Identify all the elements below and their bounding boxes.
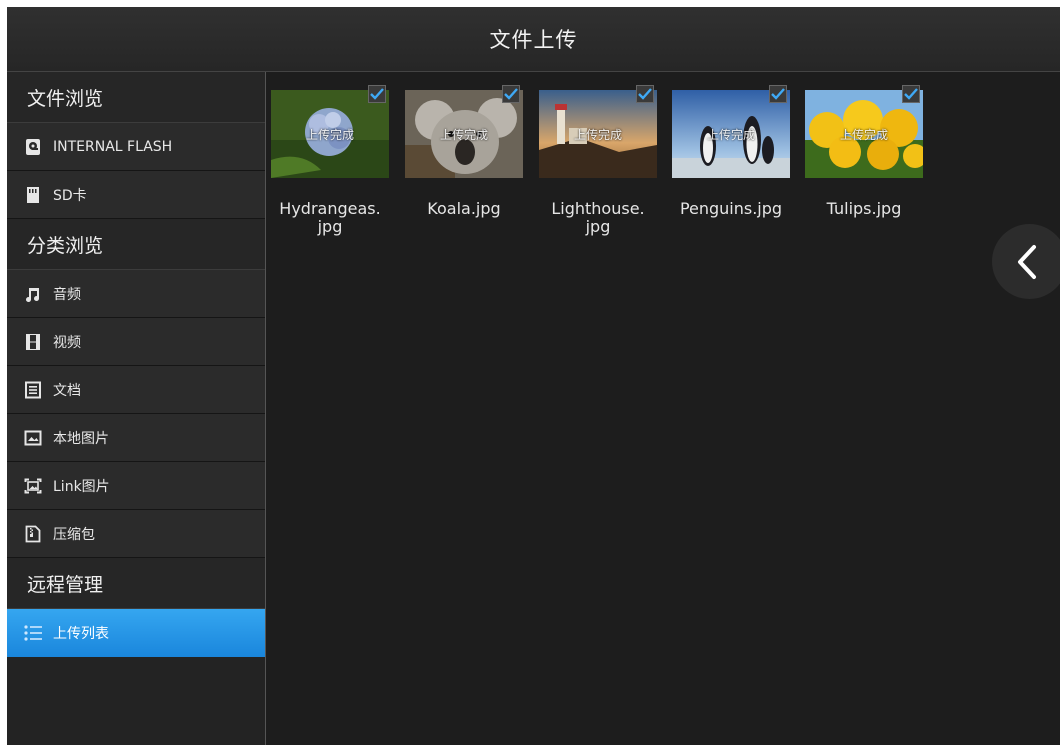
document-icon [23,380,43,400]
link-image-icon [23,476,43,496]
file-name: Tulips.jpg [826,199,902,218]
sidebar-item-label: INTERNAL FLASH [53,138,173,155]
upload-status: 上传完成 [439,128,488,142]
check-icon [771,88,785,100]
sidebar-item-label: 文档 [53,382,81,399]
list-icon [23,623,43,643]
file-name: Lighthouse. jpg [551,199,645,236]
sidebar-item-label: SD卡 [53,187,87,204]
file-thumbnail: 上传完成 [271,90,389,178]
file-name: Penguins.jpg [679,199,783,218]
sidebar-item-archive[interactable]: 压缩包 [7,510,265,558]
sidebar-item-label: 上传列表 [53,626,109,642]
checkbox[interactable] [636,85,654,103]
sidebar-item-label: 音频 [53,286,81,303]
file-thumbnail: 上传完成 [805,90,923,178]
sidebar: 文件浏览 INTERNAL FLASH SD卡 分类浏览 音频 视频 文档 本地… [7,72,266,745]
checkbox[interactable] [902,85,920,103]
section-category-browse: 分类浏览 [7,219,265,270]
app-frame: 文件上传 文件浏览 INTERNAL FLASH SD卡 分类浏览 音频 视频 … [7,7,1060,745]
sidebar-item-video[interactable]: 视频 [7,318,265,366]
sidebar-item-audio[interactable]: 音频 [7,270,265,318]
file-tile[interactable]: 上传完成 Hydrangeas. jpg [270,85,390,236]
music-note-icon [23,284,43,304]
image-icon [23,428,43,448]
upload-grid: 上传完成 Hydrangeas. jpg 上传完成 Koala.jpg 上传完成… [266,72,1060,745]
sidebar-item-label: 压缩包 [53,526,95,543]
upload-status: 上传完成 [305,128,354,142]
check-icon [504,88,518,100]
file-thumbnail: 上传完成 [405,90,523,178]
section-title: 文件浏览 [27,87,104,110]
check-icon [904,88,918,100]
sidebar-item-local-images[interactable]: 本地图片 [7,414,265,462]
back-button[interactable] [992,224,1060,299]
sidebar-item-upload-list[interactable]: 上传列表 [7,609,265,657]
file-tile[interactable]: 上传完成 Tulips.jpg [804,85,924,218]
film-icon [23,332,43,352]
checkbox[interactable] [769,85,787,103]
upload-status: 上传完成 [573,128,622,142]
checkbox[interactable] [502,85,520,103]
check-icon [370,88,384,100]
sd-card-icon [23,185,43,205]
zip-file-icon [23,524,43,544]
file-tile[interactable]: 上传完成 Koala.jpg [404,85,524,218]
sidebar-item-label: 本地图片 [53,430,109,447]
sidebar-item-link-images[interactable]: Link图片 [7,462,265,510]
title-bar: 文件上传 [7,7,1060,72]
sidebar-item-document[interactable]: 文档 [7,366,265,414]
section-file-browse: 文件浏览 [7,72,265,123]
upload-status: 上传完成 [839,128,888,142]
check-icon [638,88,652,100]
file-thumbnail: 上传完成 [672,90,790,178]
section-title: 分类浏览 [27,234,104,257]
chevron-left-icon [1018,244,1036,279]
file-name: Hydrangeas. jpg [279,199,381,236]
checkbox[interactable] [368,85,386,103]
file-thumbnail: 上传完成 [539,90,657,178]
upload-status: 上传完成 [706,128,755,142]
file-tile[interactable]: 上传完成 Lighthouse. jpg [538,85,658,236]
file-name: Koala.jpg [427,199,501,218]
sidebar-item-label: 视频 [53,334,81,351]
section-remote-manage: 远程管理 [7,558,265,609]
file-tile[interactable]: 上传完成 Penguins.jpg [671,85,791,218]
sidebar-item-label: Link图片 [53,478,110,495]
sidebar-item-internal-flash[interactable]: INTERNAL FLASH [7,123,265,171]
sidebar-item-sd-card[interactable]: SD卡 [7,171,265,219]
section-title: 远程管理 [27,573,104,596]
internal-flash-icon [23,137,43,157]
page-title: 文件上传 [489,28,578,52]
